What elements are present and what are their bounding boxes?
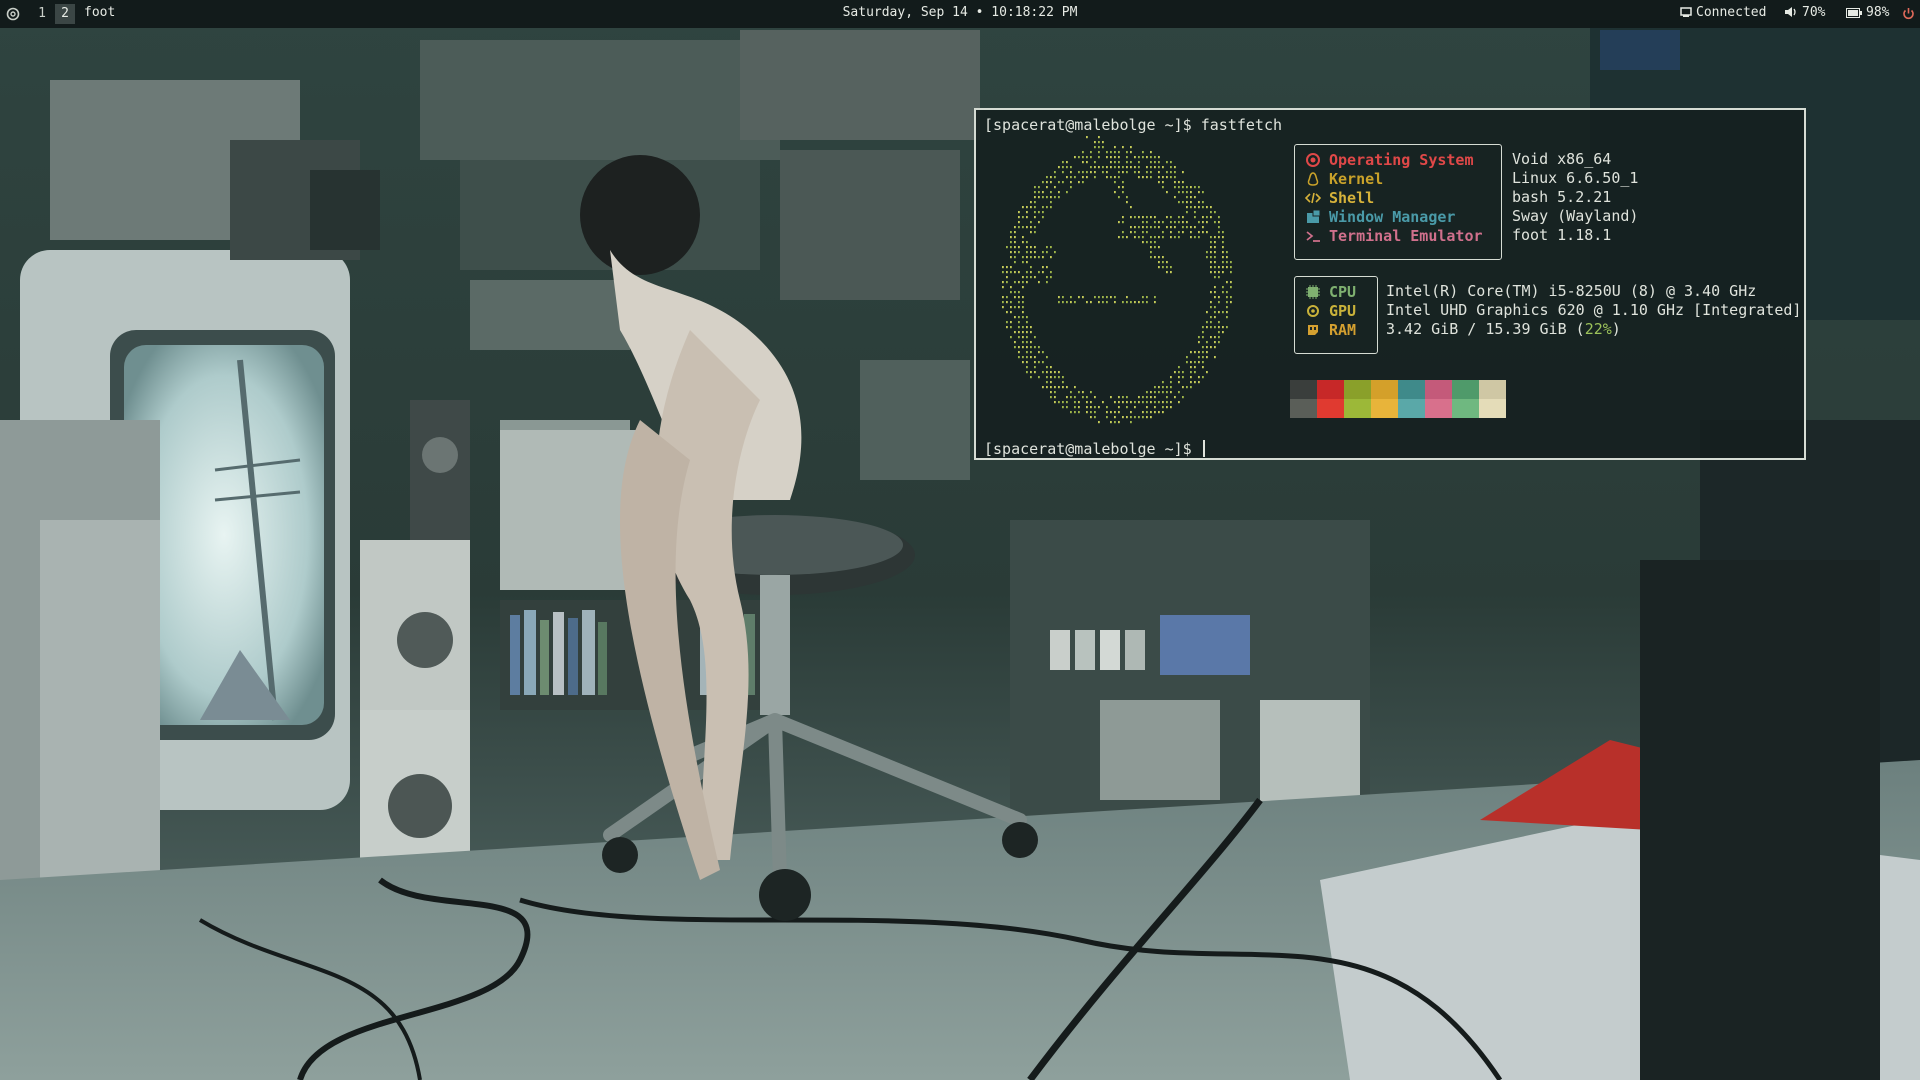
info-key-terminal: Terminal Emulator [1305,227,1483,246]
info-key-os: Operating System [1305,151,1474,170]
info-key-wm: Window Manager [1305,208,1455,227]
info-value-cpu: Intel(R) Core(TM) i5-8250U (8) @ 3.40 GH… [1386,282,1757,300]
gpu-icon [1307,305,1319,317]
window-icon [1307,209,1321,223]
volume-status[interactable]: 70% [1784,5,1825,20]
battery-status[interactable]: 98% [1846,5,1889,20]
palette-swatch [1290,399,1317,418]
system-info-box: Operating System Kernel Shell Window Man… [1294,144,1502,260]
network-label: Connected [1696,5,1767,20]
void-logo-icon [1306,153,1320,167]
palette-swatch [1398,380,1425,399]
volume-label: 70% [1802,5,1826,20]
palette-swatch [1344,380,1371,399]
power-icon[interactable] [1902,7,1915,20]
palette-swatch [1371,380,1398,399]
palette-swatch [1344,399,1371,418]
info-value-wm: Sway (Wayland) [1512,207,1639,225]
battery-label: 98% [1866,5,1890,20]
terminal-icon [1306,231,1320,242]
text-cursor [1202,440,1205,457]
network-icon [1680,7,1692,17]
command-prompt[interactable]: [spacerat@malebolge ~]$ [984,440,1205,458]
distro-ascii-logo [1002,136,1232,424]
palette-swatch [1425,380,1452,399]
info-value-ram: 3.42 GiB / 15.39 GiB (22%) [1386,320,1621,338]
workspace-2-button[interactable]: 2 [55,4,75,24]
info-key-cpu: CPU [1305,283,1356,302]
palette-swatch [1425,399,1452,418]
info-value-gpu: Intel UHD Graphics 620 @ 1.10 GHz [Integ… [1386,301,1802,319]
info-value-terminal: foot 1.18.1 [1512,226,1612,244]
memory-icon [1308,325,1318,335]
palette-swatch [1479,399,1506,418]
penguin-icon [1307,172,1319,186]
palette-swatch [1371,399,1398,418]
info-key-gpu: GPU [1305,302,1356,321]
focused-window-title: foot [84,5,116,20]
ram-usage-percent: 22% [1584,320,1612,338]
void-logo-icon[interactable] [6,7,20,21]
info-key-kernel: Kernel [1305,170,1383,189]
foot-terminal-window[interactable]: [spacerat@malebolge ~]$ fastfetch Operat… [974,108,1806,460]
hardware-info-box: CPU GPU RAM [1294,276,1378,354]
network-status[interactable]: Connected [1680,5,1766,20]
palette-swatch [1290,380,1317,399]
info-key-ram: RAM [1305,321,1356,340]
palette-swatch [1452,399,1479,418]
info-key-shell: Shell [1304,189,1374,208]
color-palette [1290,380,1506,418]
workspace-1-button[interactable]: 1 [32,4,52,24]
palette-swatch [1317,380,1344,399]
chip-icon [1306,285,1320,299]
info-value-kernel: Linux 6.6.50_1 [1512,169,1639,187]
command-line-fastfetch: [spacerat@malebolge ~]$ fastfetch [984,116,1283,134]
palette-swatch [1317,399,1344,418]
palette-swatch [1479,380,1506,399]
battery-icon [1846,8,1862,18]
clock[interactable]: Saturday, Sep 14 • 10:18:22 PM [843,5,1078,20]
volume-icon [1785,7,1796,17]
info-value-os: Void x86_64 [1512,150,1612,168]
info-value-shell: bash 5.2.21 [1512,188,1612,206]
top-status-bar: 1 2 foot Saturday, Sep 14 • 10:18:22 PM … [0,0,1920,28]
palette-swatch [1398,399,1425,418]
code-icon [1304,192,1322,204]
palette-swatch [1452,380,1479,399]
